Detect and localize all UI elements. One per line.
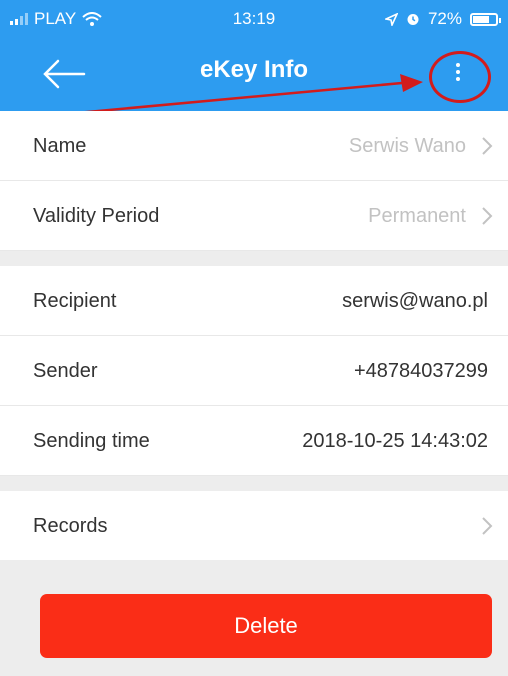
recipient-row: Recipient serwis@wano.pl [0,266,508,336]
chevron-right-icon [482,517,493,535]
battery-icon [470,12,501,26]
status-bar: PLAY 13:19 72% [0,0,508,38]
delete-button[interactable]: Delete [40,594,492,658]
recipient-value: serwis@wano.pl [342,290,488,312]
validity-period-label: Validity Period [33,205,160,227]
annotation-circle [429,51,491,103]
battery-percent: 72% [427,9,462,28]
sender-label: Sender [33,360,98,382]
chevron-right-icon [482,207,493,225]
sender-value: +48784037299 [353,360,488,382]
name-value: Serwis Wano [348,135,466,157]
validity-period-value: Permanent [368,205,466,227]
section-divider [0,476,508,491]
validity-period-row[interactable]: Validity Period Permanent [0,181,508,251]
records-row[interactable]: Records [0,491,508,561]
location-arrow-icon [384,12,398,26]
chevron-right-icon [482,137,493,155]
records-label: Records [33,515,108,537]
section-divider [0,251,508,266]
sending-time-row: Sending time 2018-10-25 14:43:02 [0,406,508,476]
name-row[interactable]: Name Serwis Wano [0,111,508,181]
name-label: Name [33,135,87,157]
sending-time-label: Sending time [33,430,150,452]
alarm-icon [407,14,419,25]
sender-row: Sender +48784037299 [0,336,508,406]
status-right: 72% [384,9,501,29]
recipient-label: Recipient [33,290,117,312]
sending-time-value: 2018-10-25 14:43:02 [302,430,488,452]
